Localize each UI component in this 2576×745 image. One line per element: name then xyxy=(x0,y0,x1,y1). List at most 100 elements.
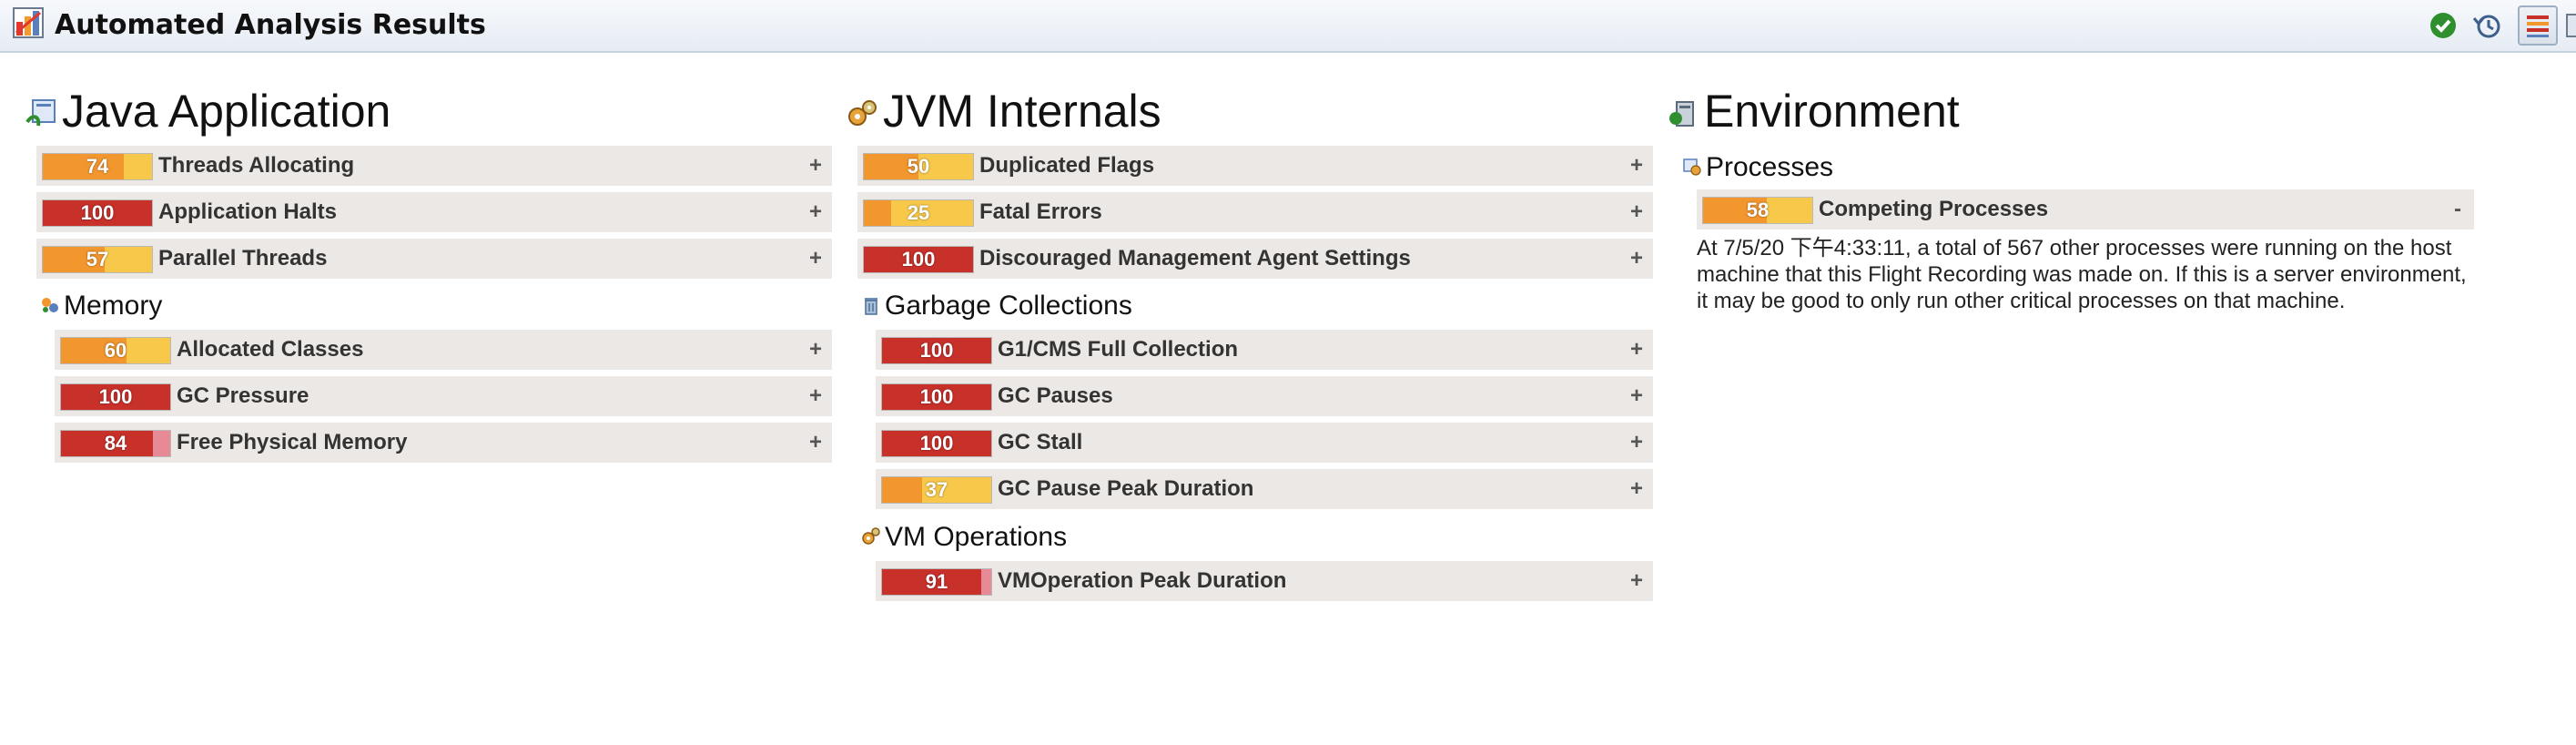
expand-button[interactable]: + xyxy=(805,192,827,232)
rule-application-halts[interactable]: 100 Application Halts + xyxy=(36,192,832,232)
rule-discouraged-management-agent-settings[interactable]: 100 Discouraged Management Agent Setting… xyxy=(857,239,1653,279)
score-value: 74 xyxy=(86,155,109,178)
column-java-application: Java Application 74 Threads Allocating +… xyxy=(25,82,832,537)
vm-operations-icon xyxy=(862,527,880,545)
score-value: 100 xyxy=(80,201,115,224)
score-bar: 100 xyxy=(863,246,974,273)
column-title: Java Application xyxy=(62,86,391,137)
page-title: Automated Analysis Results xyxy=(55,9,486,41)
jvm-internals-icon xyxy=(848,100,877,126)
score-bar: 25 xyxy=(863,199,974,227)
expand-button[interactable]: + xyxy=(1626,561,1648,601)
table-view-button[interactable] xyxy=(2518,5,2558,46)
expand-button[interactable]: + xyxy=(805,239,827,279)
rule-name: Parallel Threads xyxy=(158,246,328,270)
check-circle-icon[interactable] xyxy=(2429,11,2458,40)
rule-name: GC Pauses xyxy=(998,383,1113,408)
expand-button[interactable]: + xyxy=(805,146,827,186)
score-value: 50 xyxy=(907,155,930,178)
rule-name: GC Pressure xyxy=(177,383,309,408)
memory-icon xyxy=(42,298,58,312)
score-value: 100 xyxy=(919,339,954,362)
rule-name: Discouraged Management Agent Settings xyxy=(979,246,1411,270)
rule-vmoperation-peak-duration[interactable]: 91 VMOperation Peak Duration + xyxy=(876,561,1653,601)
group-title-text: VM Operations xyxy=(885,522,1068,552)
score-bar: 100 xyxy=(42,199,153,227)
expand-button[interactable]: + xyxy=(1626,376,1648,416)
group-title-text: Memory xyxy=(64,291,163,321)
rule-duplicated-flags[interactable]: 50 Duplicated Flags + xyxy=(857,146,1653,186)
score-bar: 84 xyxy=(60,430,171,457)
processes-icon xyxy=(1683,158,1701,176)
expand-button[interactable]: + xyxy=(1626,239,1648,279)
score-value: 91 xyxy=(925,570,948,593)
score-bar: 58 xyxy=(1702,197,1813,224)
score-value: 100 xyxy=(919,432,954,454)
expand-button[interactable]: + xyxy=(1626,192,1648,232)
score-bar: 100 xyxy=(60,383,171,411)
score-value: 100 xyxy=(901,248,936,270)
expand-button[interactable]: + xyxy=(1626,146,1648,186)
rule-free-physical-memory[interactable]: 84 Free Physical Memory + xyxy=(55,423,832,463)
score-value: 58 xyxy=(1746,199,1770,221)
score-value: 25 xyxy=(907,201,930,224)
score-bar: 50 xyxy=(863,153,974,180)
rule-g1-cms-full-collection[interactable]: 100 G1/CMS Full Collection + xyxy=(876,330,1653,370)
score-bar: 57 xyxy=(42,246,153,273)
rule-name: Threads Allocating xyxy=(158,153,355,178)
rule-name: G1/CMS Full Collection xyxy=(998,337,1239,362)
panel-icon[interactable] xyxy=(2565,11,2576,40)
rule-name: Allocated Classes xyxy=(177,337,364,362)
rule-allocated-classes[interactable]: 60 Allocated Classes + xyxy=(55,330,832,370)
score-value: 37 xyxy=(925,478,948,501)
group-title-text: Processes xyxy=(1706,152,1834,182)
rule-fatal-errors[interactable]: 25 Fatal Errors + xyxy=(857,192,1653,232)
rule-gc-pressure[interactable]: 100 GC Pressure + xyxy=(55,376,832,416)
rule-gc-pause-peak-duration[interactable]: 37 GC Pause Peak Duration + xyxy=(876,469,1653,509)
title-bar: Automated Analysis Results xyxy=(0,0,2576,53)
rule-name: Competing Processes xyxy=(1819,197,2049,221)
score-value: 57 xyxy=(86,248,109,270)
rule-gc-pauses[interactable]: 100 GC Pauses + xyxy=(876,376,1653,416)
rule-gc-stall[interactable]: 100 GC Stall + xyxy=(876,423,1653,463)
column-title: JVM Internals xyxy=(883,86,1161,137)
score-value: 84 xyxy=(104,432,127,454)
expand-button[interactable]: + xyxy=(1626,469,1648,509)
rule-name: VMOperation Peak Duration xyxy=(998,568,1287,593)
expand-button[interactable]: + xyxy=(805,330,827,370)
collapse-button[interactable]: - xyxy=(2447,189,2469,230)
score-value: 60 xyxy=(104,339,127,362)
expand-button[interactable]: + xyxy=(1626,330,1648,370)
score-value: 100 xyxy=(919,385,954,408)
group-title-text: Garbage Collections xyxy=(885,291,1132,321)
score-bar: 37 xyxy=(881,476,992,504)
expand-button[interactable]: + xyxy=(805,423,827,463)
rule-name: GC Stall xyxy=(998,430,1083,454)
score-bar: 100 xyxy=(881,383,992,411)
score-bar: 74 xyxy=(42,153,153,180)
score-bar: 60 xyxy=(60,337,171,364)
java-application-icon xyxy=(25,99,56,127)
column-title: Environment xyxy=(1704,86,1960,137)
column-jvm-internals: JVM Internals 50 Duplicated Flags + 25 F… xyxy=(847,82,1653,628)
rule-name: GC Pause Peak Duration xyxy=(998,476,1254,501)
score-bar: 100 xyxy=(881,337,992,364)
rule-competing-processes[interactable]: 58 Competing Processes - xyxy=(1697,189,2474,230)
trash-icon xyxy=(865,298,877,315)
environment-icon xyxy=(1669,101,1694,127)
table-view-icon xyxy=(2527,15,2549,37)
expand-button[interactable]: + xyxy=(805,376,827,416)
rule-name: Free Physical Memory xyxy=(177,430,408,454)
rule-name: Application Halts xyxy=(158,199,338,224)
score-bar: 91 xyxy=(881,568,992,596)
score-bar: 100 xyxy=(881,430,992,457)
rule-parallel-threads[interactable]: 57 Parallel Threads + xyxy=(36,239,832,279)
rule-threads-allocating[interactable]: 74 Threads Allocating + xyxy=(36,146,832,186)
rule-name: Duplicated Flags xyxy=(979,153,1155,178)
score-value: 100 xyxy=(98,385,133,408)
rule-description: At 7/5/20 下午4:33:11, a total of 567 othe… xyxy=(1697,236,2467,313)
analysis-app-icon xyxy=(13,7,44,38)
expand-button[interactable]: + xyxy=(1626,423,1648,463)
history-icon[interactable] xyxy=(2472,11,2501,40)
column-environment: Environment Processes 58 Competing Proce… xyxy=(1668,82,2474,446)
